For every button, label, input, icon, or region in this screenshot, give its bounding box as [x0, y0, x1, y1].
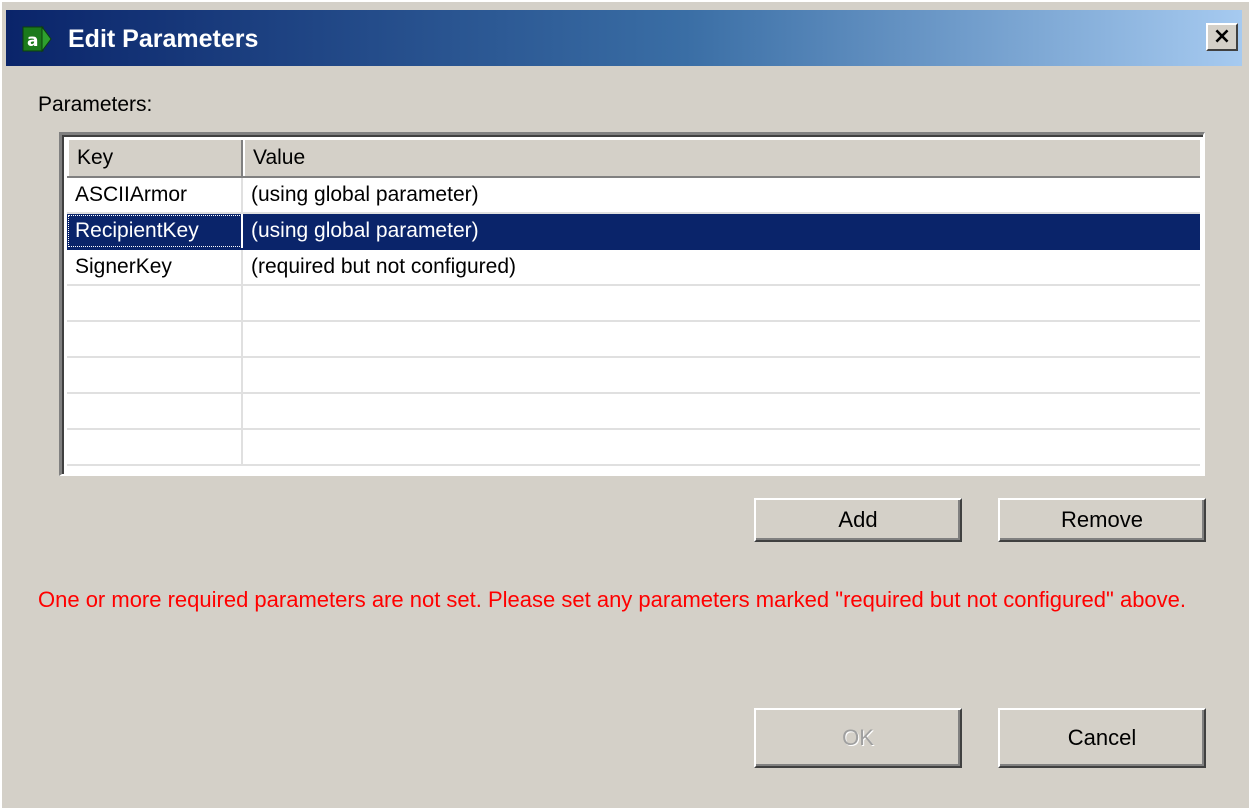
- table-row[interactable]: RecipientKey (using global parameter): [67, 214, 1200, 250]
- parameters-label: Parameters:: [38, 93, 153, 116]
- error-message: One or more required parameters are not …: [38, 587, 1187, 612]
- column-header-key[interactable]: Key: [67, 140, 243, 176]
- key-cell: RecipientKey: [67, 214, 243, 248]
- column-header-value[interactable]: Value: [243, 140, 1200, 176]
- value-cell: (using global parameter): [251, 219, 479, 242]
- key-cell: [67, 358, 243, 392]
- edit-parameters-dialog: a Edit Parameters × Parameters: Key Valu…: [0, 0, 1249, 808]
- cancel-button[interactable]: Cancel: [998, 708, 1206, 768]
- key-cell: [67, 322, 243, 356]
- close-button[interactable]: ×: [1206, 23, 1238, 51]
- ok-button[interactable]: OK: [754, 708, 962, 768]
- value-cell: [243, 286, 1200, 320]
- table-row[interactable]: [67, 430, 1200, 466]
- title-bar[interactable]: a Edit Parameters ×: [6, 10, 1242, 66]
- add-button[interactable]: Add: [754, 498, 962, 542]
- table-row[interactable]: [67, 358, 1200, 394]
- value-cell: [243, 394, 1200, 428]
- key-cell: ASCIIArmor: [67, 178, 243, 212]
- value-cell: (required but not configured): [251, 255, 516, 278]
- value-cell: [243, 322, 1200, 356]
- table-header: Key Value: [67, 140, 1200, 178]
- table-row[interactable]: ASCIIArmor (using global parameter): [67, 178, 1200, 214]
- table-row[interactable]: SignerKey (required but not configured): [67, 250, 1200, 286]
- table-row[interactable]: [67, 394, 1200, 430]
- key-cell: [67, 394, 243, 428]
- window-title: Edit Parameters: [68, 25, 259, 53]
- green-arrow-a-icon: a: [22, 25, 52, 53]
- close-icon: ×: [1212, 24, 1232, 49]
- value-cell: (using global parameter): [251, 183, 479, 206]
- remove-button[interactable]: Remove: [998, 498, 1206, 542]
- table-row[interactable]: [67, 322, 1200, 358]
- table-row[interactable]: [67, 286, 1200, 322]
- value-cell: [243, 358, 1200, 392]
- key-cell: SignerKey: [67, 250, 243, 284]
- key-cell: [67, 286, 243, 320]
- value-cell: [243, 430, 1200, 464]
- key-cell: [67, 430, 243, 464]
- svg-text:a: a: [27, 31, 38, 51]
- parameters-table[interactable]: Key Value ASCIIArmor (using global parame…: [59, 132, 1205, 476]
